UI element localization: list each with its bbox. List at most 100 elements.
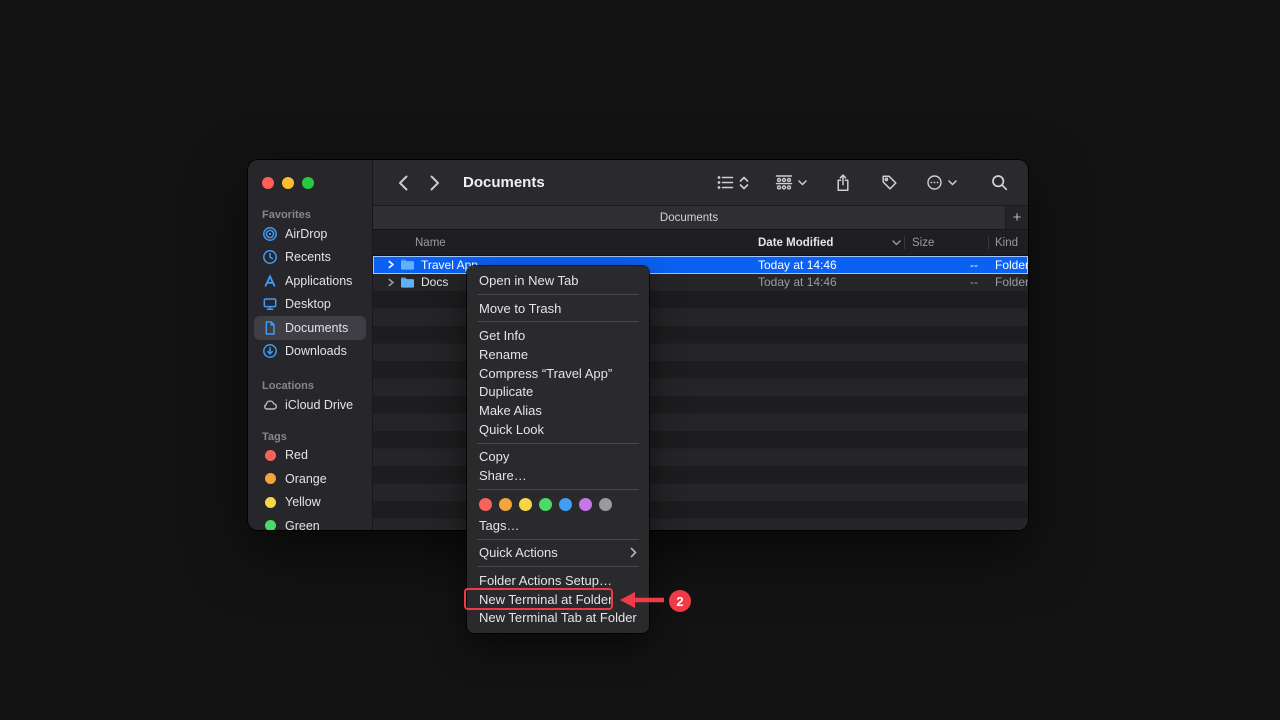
chevron-down-icon <box>948 180 957 186</box>
step-number: 2 <box>676 594 683 609</box>
sidebar-item-tag-orange[interactable]: Orange <box>254 467 366 491</box>
column-header-name[interactable]: Name <box>415 237 446 249</box>
green-tag-dot[interactable] <box>539 498 552 511</box>
list-view-icon <box>717 175 734 190</box>
sidebar-item-label: Orange <box>285 472 327 486</box>
share-button[interactable] <box>833 172 853 194</box>
menu-item-compress[interactable]: Compress “Travel App” <box>467 364 649 383</box>
annotation-step-badge: 2 <box>669 590 691 612</box>
menu-item-make-alias[interactable]: Make Alias <box>467 401 649 420</box>
share-icon <box>835 174 851 192</box>
sidebar-item-label: Red <box>285 448 308 462</box>
menu-item-get-info[interactable]: Get Info <box>467 326 649 345</box>
column-header-size[interactable]: Size <box>912 237 934 249</box>
forward-button[interactable] <box>427 172 443 194</box>
tag-icon <box>881 174 898 191</box>
menu-item-tags[interactable]: Tags… <box>467 516 649 535</box>
sidebar: Favorites AirDrop Recents Applications <box>248 160 373 530</box>
sidebar-item-label: Green <box>285 519 320 530</box>
toolbar: Documents <box>373 160 1028 206</box>
tags-button[interactable] <box>879 172 900 193</box>
sidebar-item-tag-yellow[interactable]: Yellow <box>254 491 366 515</box>
sidebar-item-documents[interactable]: Documents <box>254 316 366 340</box>
tab-bar: Documents + <box>373 206 1028 230</box>
sort-direction-icon[interactable] <box>892 240 901 246</box>
document-icon <box>262 320 278 336</box>
clock-icon <box>262 249 278 265</box>
blue-tag-dot[interactable] <box>559 498 572 511</box>
close-button[interactable] <box>262 177 274 189</box>
menu-separator <box>477 321 639 322</box>
menu-item-open-in-new-tab[interactable]: Open in New Tab <box>467 271 649 290</box>
submenu-chevron-icon <box>630 547 637 558</box>
group-by-icon <box>775 175 793 190</box>
file-kind: Folder <box>995 258 1028 272</box>
column-divider[interactable] <box>904 236 905 249</box>
sidebar-item-downloads[interactable]: Downloads <box>254 340 366 364</box>
menu-item-new-terminal-tab-at-folder[interactable]: New Terminal Tab at Folder <box>467 609 649 628</box>
tab-documents[interactable]: Documents <box>373 206 1006 229</box>
menu-separator <box>477 539 639 540</box>
minimize-button[interactable] <box>282 177 294 189</box>
menu-item-quick-actions[interactable]: Quick Actions <box>467 544 649 563</box>
sidebar-item-label: AirDrop <box>285 227 327 241</box>
sidebar-item-airdrop[interactable]: AirDrop <box>254 222 366 246</box>
sidebar-item-tag-green[interactable]: Green <box>254 514 366 530</box>
menu-item-copy[interactable]: Copy <box>467 448 649 467</box>
menu-item-share[interactable]: Share… <box>467 466 649 485</box>
file-size: -- <box>928 275 978 289</box>
column-header-kind[interactable]: Kind <box>995 237 1018 249</box>
window-controls <box>248 160 372 189</box>
sidebar-item-label: Yellow <box>285 495 321 509</box>
menu-separator <box>477 489 639 490</box>
search-button[interactable] <box>989 172 1010 193</box>
sidebar-section-locations: Locations <box>248 379 372 393</box>
menu-item-move-to-trash[interactable]: Move to Trash <box>467 299 649 318</box>
file-kind: Folder <box>995 275 1028 289</box>
menu-item-folder-actions-setup[interactable]: Folder Actions Setup… <box>467 571 649 590</box>
gray-tag-dot[interactable] <box>599 498 612 511</box>
menu-separator <box>477 566 639 567</box>
red-tag-dot[interactable] <box>479 498 492 511</box>
view-mode-control[interactable] <box>717 175 749 190</box>
menu-separator <box>477 294 639 295</box>
sidebar-item-label: Desktop <box>285 297 331 311</box>
column-divider[interactable] <box>988 236 989 249</box>
sidebar-item-icloud-drive[interactable]: iCloud Drive <box>254 393 366 417</box>
orange-tag-icon <box>265 473 276 484</box>
new-tab-button[interactable]: + <box>1006 206 1028 229</box>
sidebar-item-label: Recents <box>285 250 331 264</box>
sidebar-item-tag-red[interactable]: Red <box>254 444 366 468</box>
menu-item-label: New Terminal at Folder <box>479 592 612 607</box>
file-name: Docs <box>421 275 448 289</box>
column-header-date-modified[interactable]: Date Modified <box>758 237 833 249</box>
window-title: Documents <box>463 174 545 191</box>
orange-tag-dot[interactable] <box>499 498 512 511</box>
sidebar-item-label: Downloads <box>285 344 347 358</box>
disclosure-chevron-icon[interactable] <box>387 260 395 269</box>
more-options-icon <box>926 174 943 191</box>
menu-item-label: Quick Actions <box>479 545 558 560</box>
purple-tag-dot[interactable] <box>579 498 592 511</box>
yellow-tag-dot[interactable] <box>519 498 532 511</box>
disclosure-chevron-icon[interactable] <box>387 278 395 287</box>
back-button[interactable] <box>395 172 411 194</box>
menu-tag-color-row <box>467 494 649 516</box>
applications-icon <box>262 273 278 289</box>
sidebar-item-label: Applications <box>285 274 352 288</box>
menu-item-duplicate[interactable]: Duplicate <box>467 382 649 401</box>
menu-item-quick-look[interactable]: Quick Look <box>467 420 649 439</box>
sidebar-item-recents[interactable]: Recents <box>254 246 366 270</box>
airdrop-icon <box>262 226 278 242</box>
chevron-down-icon <box>798 180 807 186</box>
zoom-button[interactable] <box>302 177 314 189</box>
sidebar-item-label: iCloud Drive <box>285 398 353 412</box>
sidebar-item-applications[interactable]: Applications <box>254 269 366 293</box>
group-by-control[interactable] <box>775 175 807 190</box>
sidebar-item-label: Documents <box>285 321 348 335</box>
more-options-control[interactable] <box>926 174 957 191</box>
menu-item-rename[interactable]: Rename <box>467 345 649 364</box>
sidebar-item-desktop[interactable]: Desktop <box>254 293 366 317</box>
folder-icon <box>400 276 415 289</box>
file-date-modified: Today at 14:46 <box>758 275 837 289</box>
